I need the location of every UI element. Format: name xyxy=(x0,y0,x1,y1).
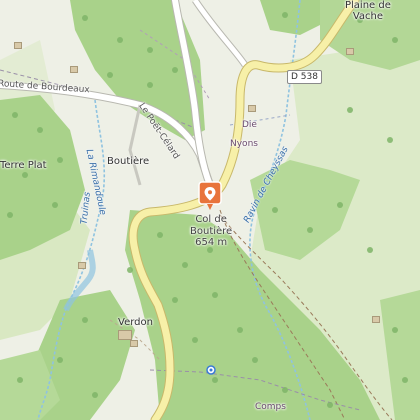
place-terre-plat: Terre Plat xyxy=(0,160,47,171)
place-plaine-de-vache: Plaine de Vache xyxy=(345,0,391,22)
route-label-comps: Comps xyxy=(255,402,286,412)
place-verdon: Verdon xyxy=(118,317,153,328)
place-plaine-de-vache-line2: Vache xyxy=(352,11,384,22)
map-pin-icon[interactable] xyxy=(197,181,223,211)
route-label-die: Die xyxy=(242,120,257,130)
poi-col-elevation: 654 m xyxy=(195,237,228,248)
road-shield-d538: D 538 xyxy=(287,70,322,84)
poi-col-line2: Boutière xyxy=(190,225,233,237)
map-canvas[interactable]: Plaine de Vache D 538 Route de Bourdeaux… xyxy=(0,0,420,420)
place-boutiere: Boutière xyxy=(107,156,150,167)
route-label-nyons: Nyons xyxy=(230,139,258,149)
poi-col-de-boutiere: Col de Boutière 654 m xyxy=(190,214,232,249)
place-plaine-de-vache-line1: Plaine de xyxy=(345,0,391,11)
poi-col-line1: Col de xyxy=(195,214,227,225)
